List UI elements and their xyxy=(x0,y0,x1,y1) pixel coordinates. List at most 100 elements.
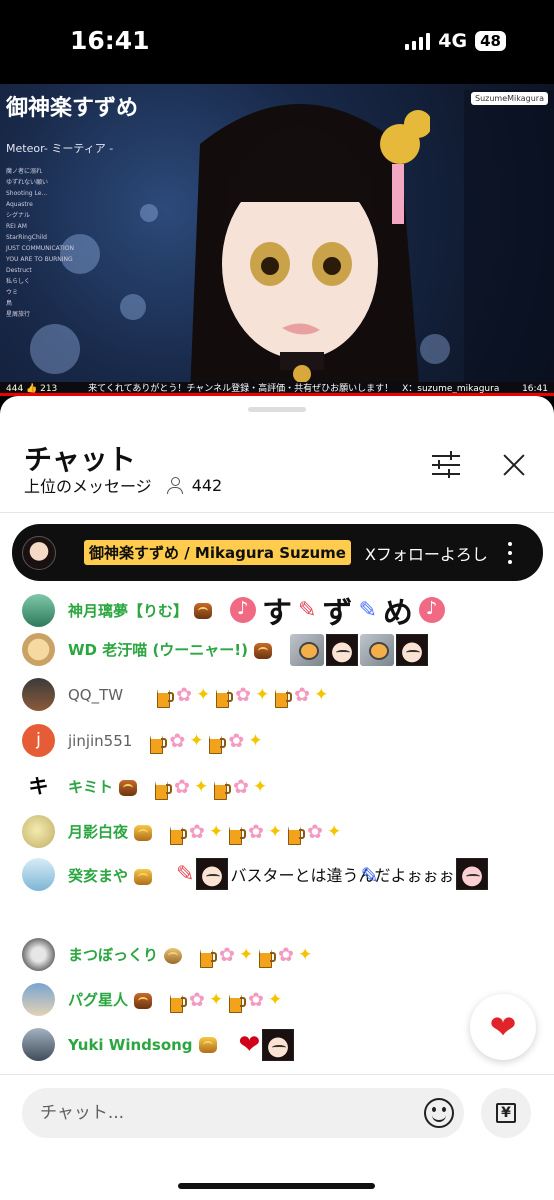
beer-icon xyxy=(229,991,247,1013)
sparkle-icon: ✦ xyxy=(209,821,224,842)
avatar xyxy=(22,815,55,848)
member-badge-icon xyxy=(194,603,213,619)
pen-icon: ✎ xyxy=(298,597,317,623)
blossom-icon xyxy=(307,821,325,843)
setlist-item: Destruct xyxy=(6,267,32,274)
sparkle-icon: ✦ xyxy=(268,821,283,842)
beer-icon xyxy=(155,778,173,800)
chat-input[interactable] xyxy=(22,1088,464,1138)
music-note-icon xyxy=(418,597,445,623)
suzume-face-emote-icon xyxy=(262,1028,295,1061)
setlist-item: 魔ノ者に溺れ xyxy=(6,168,43,175)
pen-icon: ✎ xyxy=(176,861,195,887)
heart-reaction-button[interactable]: ❤ xyxy=(470,994,536,1060)
message-char: す xyxy=(262,596,293,631)
sparkle-icon: ✦ xyxy=(314,684,329,705)
music-note-icon xyxy=(230,597,257,623)
message-content: ✦ ✦ ✦ xyxy=(157,684,332,708)
blossom-icon xyxy=(248,989,266,1011)
status-bar: 16:41 4G 48 xyxy=(0,0,554,84)
chat-message[interactable]: 神月璃夢【りむ】 す ✎ ず ✎ め xyxy=(22,588,445,632)
chat-message[interactable]: 月影白夜 ✦ ✦ ✦ xyxy=(22,815,345,848)
author-name: WD 老汙喵 (ウーニャー!) xyxy=(68,639,272,660)
suzume-face-emote-icon xyxy=(396,633,428,666)
blossom-icon xyxy=(294,684,312,706)
chat-message[interactable]: Yuki Windsong ❤ xyxy=(22,1028,295,1061)
author-name: 月影白夜 xyxy=(68,821,153,842)
message-content: ✦ ✦ ✦ xyxy=(170,821,345,845)
blossom-icon xyxy=(248,821,266,843)
stream-logo: 御神楽すずめ xyxy=(6,95,139,121)
video-player[interactable]: 御神楽すずめ Meteor- ミーティア - 魔ノ者に溺れ ゆずれない願い Shoo… xyxy=(0,84,554,396)
sparkle-icon: ✦ xyxy=(239,944,254,965)
chat-panel: チャット 上位のメッセージ 442 御神楽すずめ / Mikagura Suzu… xyxy=(0,396,554,1200)
member-badge-icon xyxy=(164,947,183,964)
status-time: 16:41 xyxy=(70,26,150,55)
setlist: 魔ノ者に溺れ ゆずれない願い Shooting Le... Aquastre シグナル R… xyxy=(6,166,86,320)
chat-message[interactable]: キミ キミト ✦ ✦ xyxy=(22,770,271,803)
chat-message[interactable]: WD 老汙喵 (ウーニャー!) xyxy=(22,633,428,666)
pinned-message[interactable]: 御神楽すずめ / Mikagura Suzume Xフォローよろしくお願いします xyxy=(12,524,543,581)
author-name: 神月璃夢【りむ】 xyxy=(68,600,213,621)
home-indicator[interactable] xyxy=(178,1183,375,1189)
signal-icon xyxy=(405,32,431,50)
blossom-icon xyxy=(176,684,194,706)
beer-icon xyxy=(229,823,247,845)
setlist-item: ゆずれない願い xyxy=(6,179,49,186)
suzume-face-emote-icon xyxy=(326,633,358,666)
chat-mode-label[interactable]: 上位のメッセージ xyxy=(24,473,152,497)
blossom-icon xyxy=(169,730,187,752)
setlist-item: StarRingChild xyxy=(6,234,47,241)
chat-message[interactable]: 癸亥まや ✎ バスターとは違うんだよぉぉぉ ✎ xyxy=(22,858,506,891)
heart-icon: ❤ xyxy=(489,1008,517,1046)
setlist-item: YOU ARE TO BURNING xyxy=(6,256,73,263)
sparkle-icon: ✦ xyxy=(248,730,263,751)
footer-divider xyxy=(0,1074,554,1075)
member-badge-icon xyxy=(254,642,272,659)
beer-icon xyxy=(288,823,306,845)
setlist-item: REI AM xyxy=(6,223,27,230)
beer-icon xyxy=(259,946,277,968)
robot-emote-icon xyxy=(360,633,394,666)
chat-title: チャット xyxy=(24,443,136,476)
setlist-item: Shooting Le... xyxy=(6,190,48,197)
chat-message[interactable]: QQ_TW ✦ ✦ ✦ xyxy=(22,678,332,711)
chat-mode-row[interactable]: 上位のメッセージ 442 xyxy=(24,473,222,497)
sparkle-icon: ✦ xyxy=(327,821,342,842)
robot-emote-icon xyxy=(290,633,324,666)
avatar: キミ xyxy=(22,770,55,803)
status-indicators: 4G 48 xyxy=(405,30,506,52)
avatar xyxy=(22,938,55,971)
beer-icon xyxy=(214,778,232,800)
beer-icon xyxy=(170,991,188,1013)
more-options-icon[interactable] xyxy=(502,541,518,564)
vtuber-avatar xyxy=(190,104,430,396)
beer-icon xyxy=(170,823,188,845)
avatar xyxy=(22,858,55,891)
beer-icon xyxy=(216,686,234,708)
message-content: ✎ バスターとは違うんだよぉぉぉ ✎ xyxy=(176,858,506,890)
chat-message[interactable]: まつぼっくり ✦ ✦ xyxy=(22,938,316,971)
yen-icon: ¥ xyxy=(496,1103,516,1123)
chat-settings-button[interactable] xyxy=(432,451,462,479)
super-chat-button[interactable]: ¥ xyxy=(481,1088,531,1138)
close-chat-button[interactable] xyxy=(500,451,528,479)
setlist-item: ウミ xyxy=(6,289,19,296)
author-name: jinjin551 xyxy=(68,731,133,750)
sparkle-icon: ✦ xyxy=(298,944,313,965)
author-name: パグ星人 xyxy=(68,989,153,1010)
heart-icon: ❤ xyxy=(238,1029,261,1060)
emoji-icon[interactable] xyxy=(424,1098,454,1128)
stream-side-chat xyxy=(464,90,554,386)
channel-tag: SuzumeMikagura xyxy=(471,92,548,105)
message-content: ✦ ✦ xyxy=(170,989,286,1013)
suzume-face-emote-icon xyxy=(196,858,229,890)
chat-message[interactable]: パグ星人 ✦ ✦ xyxy=(22,983,286,1016)
sheet-grabber[interactable] xyxy=(248,407,306,412)
header-divider xyxy=(0,512,554,513)
message-char: ず xyxy=(322,596,353,631)
blossom-icon xyxy=(233,776,251,798)
avatar xyxy=(22,983,55,1016)
pen-icon: ✎ xyxy=(358,597,377,623)
chat-message[interactable]: j jinjin551 ✦ ✦ xyxy=(22,724,266,757)
